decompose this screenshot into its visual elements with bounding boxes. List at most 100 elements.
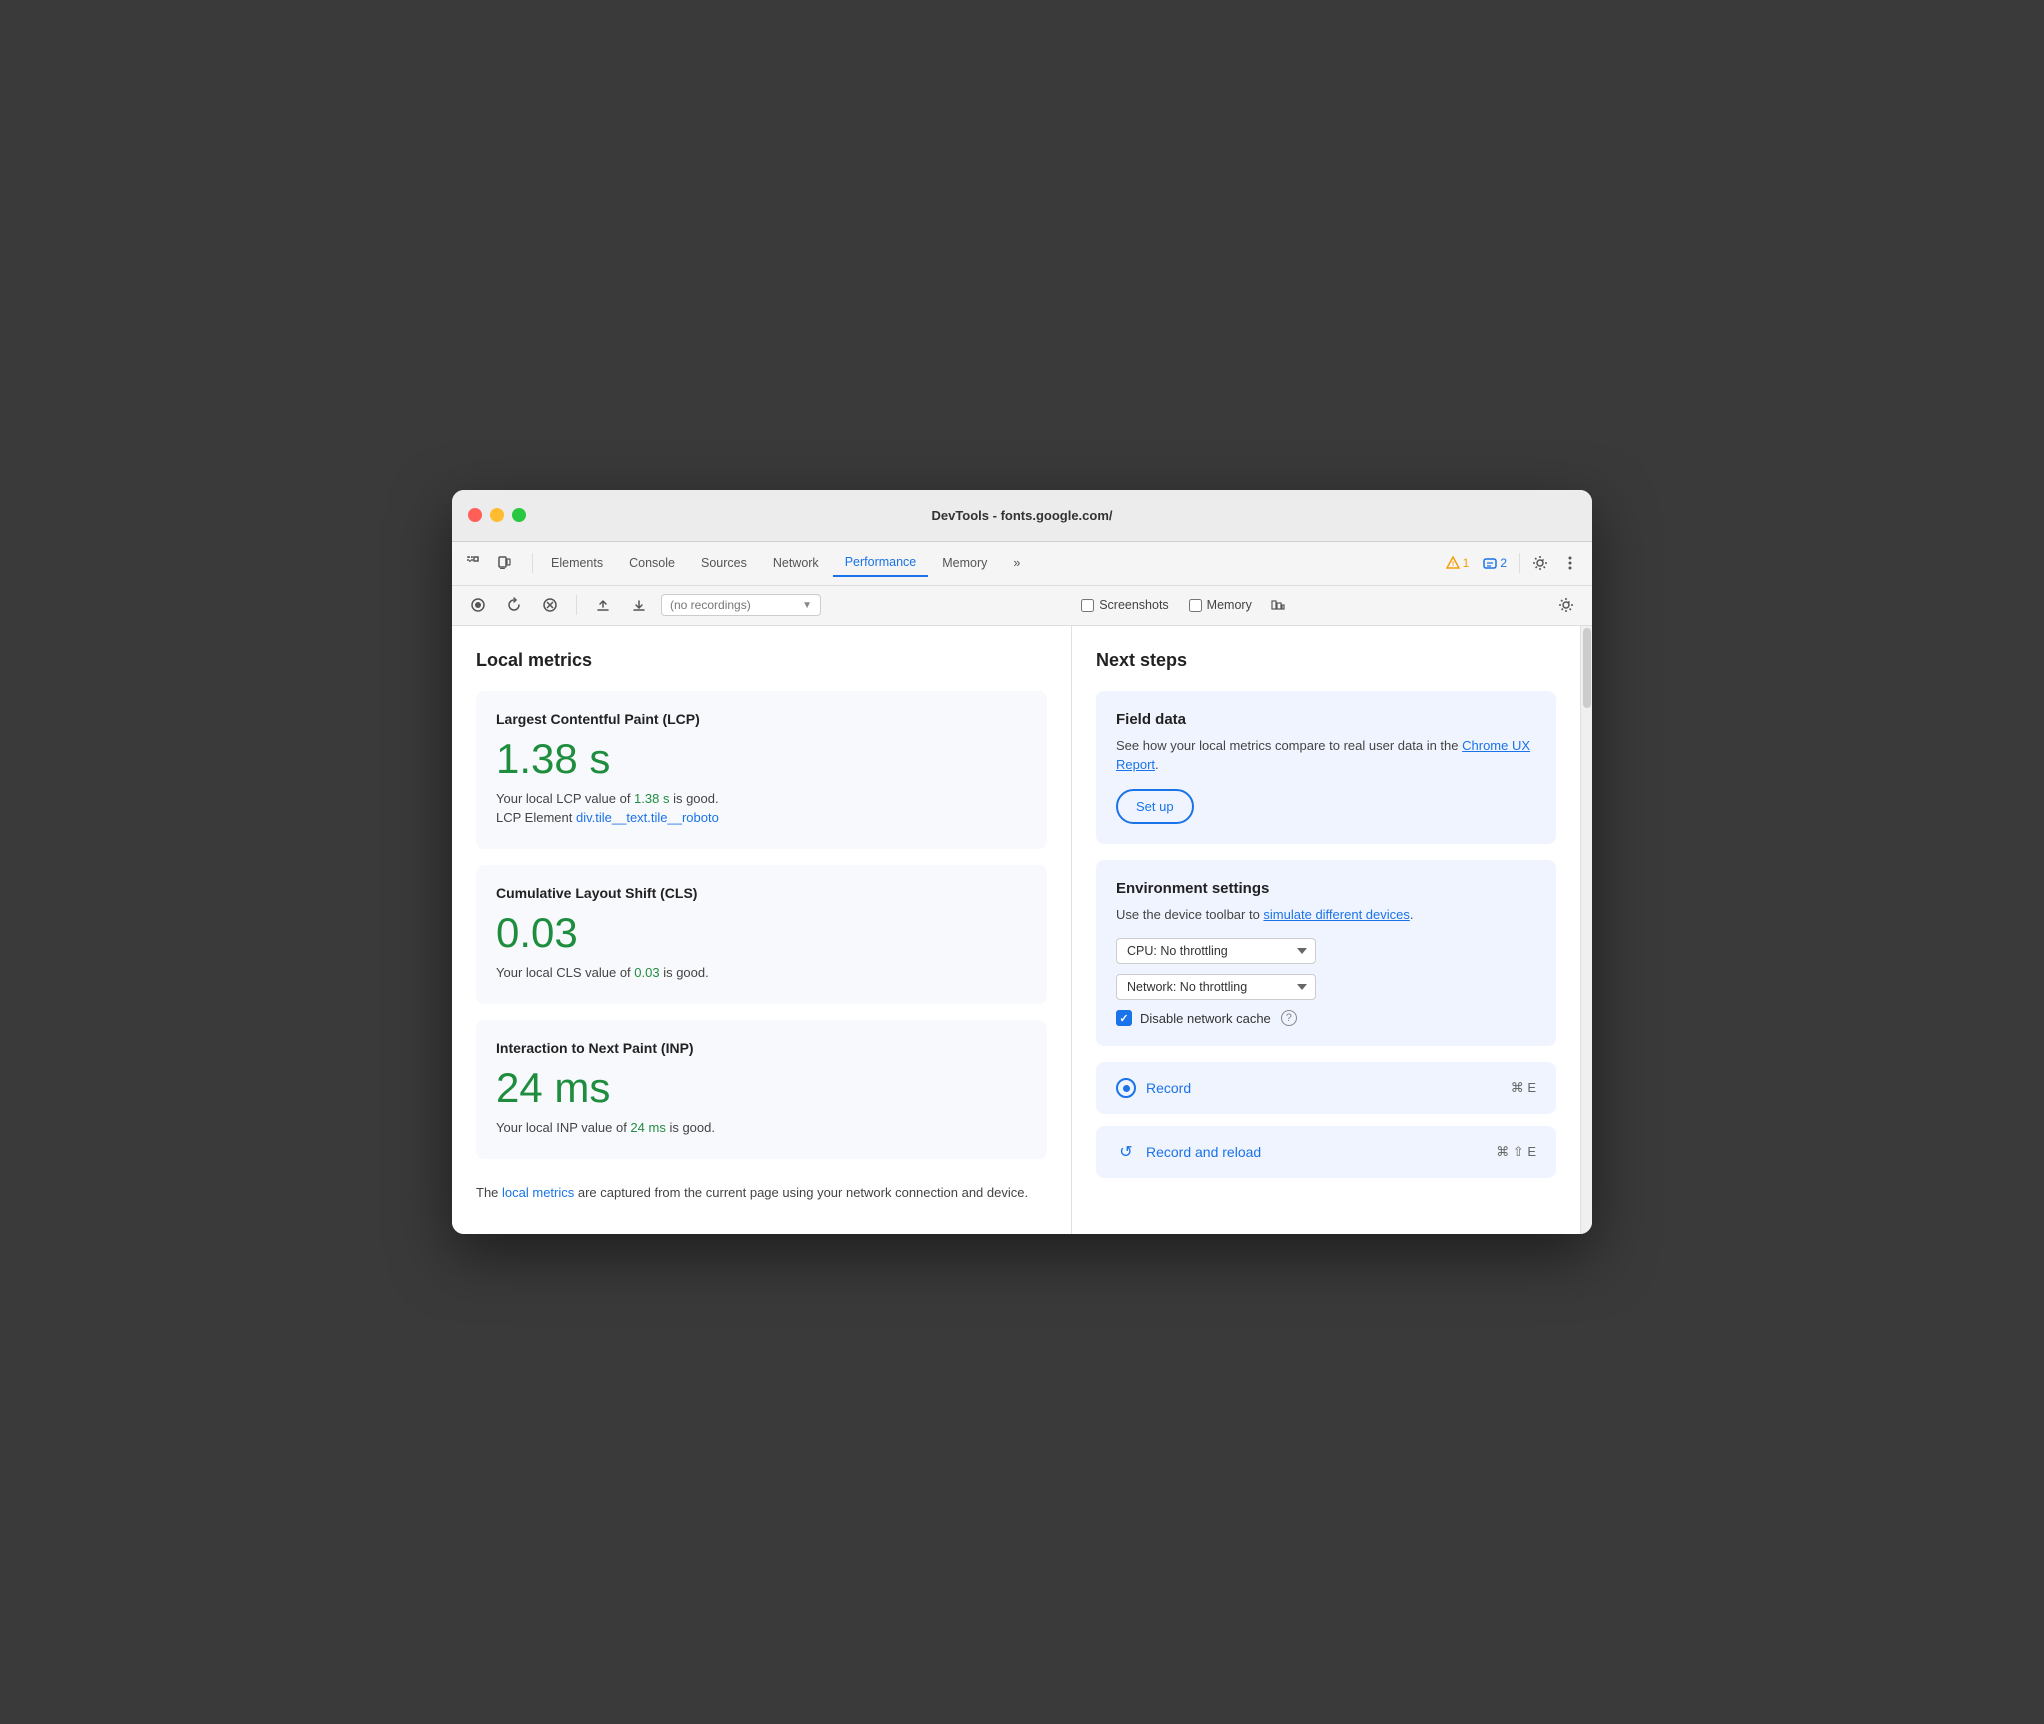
lcp-title: Largest Contentful Paint (LCP) bbox=[496, 711, 1027, 727]
env-settings-card: Environment settings Use the device tool… bbox=[1096, 860, 1556, 1047]
settings-icon[interactable] bbox=[1526, 549, 1554, 577]
inp-desc-prefix: Your local INP value of bbox=[496, 1120, 630, 1135]
lcp-highlight: 1.38 s bbox=[634, 791, 669, 806]
cls-desc: Your local CLS value of 0.03 is good. bbox=[496, 965, 1027, 980]
lcp-card: Largest Contentful Paint (LCP) 1.38 s Yo… bbox=[476, 691, 1047, 849]
memory-checkbox-label[interactable]: Memory bbox=[1189, 598, 1252, 612]
minimize-button[interactable] bbox=[490, 508, 504, 522]
inp-title: Interaction to Next Paint (INP) bbox=[496, 1040, 1027, 1056]
disable-cache-checkbox[interactable] bbox=[1116, 1010, 1132, 1026]
help-icon[interactable]: ? bbox=[1281, 1010, 1297, 1026]
cursor-icon[interactable] bbox=[460, 549, 488, 577]
info-badge[interactable]: 2 bbox=[1477, 553, 1513, 573]
screenshots-label: Screenshots bbox=[1099, 598, 1168, 612]
devtools-window: DevTools - fonts.google.com/ Elements Co… bbox=[452, 490, 1592, 1235]
cls-value: 0.03 bbox=[496, 909, 1027, 957]
disable-cache-row: Disable network cache ? bbox=[1116, 1010, 1536, 1026]
cls-desc-suffix: is good. bbox=[660, 965, 709, 980]
more-options-icon[interactable] bbox=[1556, 549, 1584, 577]
close-button[interactable] bbox=[468, 508, 482, 522]
record-shortcut: ⌘ E bbox=[1511, 1080, 1536, 1096]
lcp-desc-prefix: Your local LCP value of bbox=[496, 791, 634, 806]
setup-button[interactable]: Set up bbox=[1116, 789, 1194, 824]
inp-desc: Your local INP value of 24 ms is good. bbox=[496, 1120, 1027, 1135]
tab-console[interactable]: Console bbox=[617, 550, 687, 576]
traffic-lights bbox=[468, 508, 526, 522]
clear-icon[interactable] bbox=[536, 591, 564, 619]
record-reload-icon: ↺ bbox=[1116, 1142, 1136, 1162]
env-desc-prefix: Use the device toolbar to bbox=[1116, 907, 1263, 922]
tab-elements[interactable]: Elements bbox=[539, 550, 615, 576]
lcp-value: 1.38 s bbox=[496, 735, 1027, 783]
record-label: Record bbox=[1146, 1080, 1191, 1096]
tab-memory[interactable]: Memory bbox=[930, 550, 999, 576]
refresh-icon[interactable] bbox=[500, 591, 528, 619]
separator-2 bbox=[1519, 553, 1520, 573]
record-reload-label: Record and reload bbox=[1146, 1144, 1261, 1160]
settings2-icon[interactable] bbox=[1552, 591, 1580, 619]
right-panel: Next steps Field data See how your local… bbox=[1072, 626, 1580, 1235]
disable-cache-label: Disable network cache bbox=[1140, 1011, 1271, 1026]
recordings-dropdown[interactable]: (no recordings) ▼ bbox=[661, 594, 821, 616]
cpu-select[interactable]: CPU: No throttling bbox=[1116, 938, 1316, 964]
separator-3 bbox=[576, 595, 577, 615]
lcp-desc-suffix: is good. bbox=[669, 791, 718, 806]
svg-text:!: ! bbox=[1451, 561, 1453, 568]
recording-toolbar: (no recordings) ▼ Screenshots Memory bbox=[452, 586, 1592, 626]
separator-1 bbox=[532, 553, 533, 573]
scrollbar[interactable] bbox=[1580, 626, 1592, 1235]
window-title: DevTools - fonts.google.com/ bbox=[931, 508, 1112, 523]
memory-checkbox[interactable] bbox=[1189, 599, 1202, 612]
titlebar: DevTools - fonts.google.com/ bbox=[452, 490, 1592, 542]
warning-badge[interactable]: ! 1 bbox=[1440, 553, 1476, 573]
lcp-element-label: LCP Element bbox=[496, 810, 572, 825]
content-area: Local metrics Largest Contentful Paint (… bbox=[452, 626, 1592, 1235]
recordings-value: (no recordings) bbox=[670, 598, 751, 612]
record-icon[interactable] bbox=[464, 591, 492, 619]
local-metrics-title: Local metrics bbox=[476, 650, 1047, 671]
lcp-desc: Your local LCP value of 1.38 s is good. bbox=[496, 791, 1027, 806]
env-desc-suffix: . bbox=[1410, 907, 1414, 922]
field-data-card: Field data See how your local metrics co… bbox=[1096, 691, 1556, 844]
lcp-element: LCP Element div.tile__text.tile__roboto bbox=[496, 810, 1027, 825]
metrics-footer: The local metrics are captured from the … bbox=[476, 1175, 1047, 1211]
inp-highlight: 24 ms bbox=[630, 1120, 665, 1135]
device-toolbar-icon[interactable] bbox=[490, 549, 518, 577]
left-panel: Local metrics Largest Contentful Paint (… bbox=[452, 626, 1072, 1235]
maximize-button[interactable] bbox=[512, 508, 526, 522]
info-count: 2 bbox=[1500, 556, 1507, 570]
cls-desc-prefix: Your local CLS value of bbox=[496, 965, 634, 980]
field-data-desc-prefix: See how your local metrics compare to re… bbox=[1116, 738, 1462, 753]
scrollbar-thumb[interactable] bbox=[1583, 628, 1591, 708]
tab-network[interactable]: Network bbox=[761, 550, 831, 576]
env-title: Environment settings bbox=[1116, 880, 1536, 897]
screenshots-checkbox[interactable] bbox=[1081, 599, 1094, 612]
network-select[interactable]: Network: No throttling bbox=[1116, 974, 1316, 1000]
cpu-dropdown-row: CPU: No throttling bbox=[1116, 938, 1536, 964]
tab-performance[interactable]: Performance bbox=[833, 549, 929, 577]
footer-suffix: are captured from the current page using… bbox=[574, 1185, 1028, 1200]
memory-label: Memory bbox=[1207, 598, 1252, 612]
memory-gauge-icon[interactable] bbox=[1264, 591, 1292, 619]
record-card[interactable]: Record ⌘ E bbox=[1096, 1062, 1556, 1114]
screenshots-checkbox-label[interactable]: Screenshots bbox=[1081, 598, 1168, 612]
local-metrics-link[interactable]: local metrics bbox=[502, 1185, 574, 1200]
inp-value: 24 ms bbox=[496, 1064, 1027, 1112]
simulate-devices-link[interactable]: simulate different devices bbox=[1263, 907, 1409, 922]
cls-highlight: 0.03 bbox=[634, 965, 659, 980]
env-desc: Use the device toolbar to simulate diffe… bbox=[1116, 905, 1536, 925]
field-data-desc-suffix: . bbox=[1155, 757, 1159, 772]
next-steps-title: Next steps bbox=[1096, 650, 1556, 671]
download-icon[interactable] bbox=[625, 591, 653, 619]
cls-title: Cumulative Layout Shift (CLS) bbox=[496, 885, 1027, 901]
cls-card: Cumulative Layout Shift (CLS) 0.03 Your … bbox=[476, 865, 1047, 1004]
tab-more[interactable]: » bbox=[1001, 550, 1032, 576]
network-dropdown-row: Network: No throttling bbox=[1116, 974, 1536, 1000]
lcp-element-link[interactable]: div.tile__text.tile__roboto bbox=[576, 810, 719, 825]
tab-sources[interactable]: Sources bbox=[689, 550, 759, 576]
field-data-title: Field data bbox=[1116, 711, 1536, 728]
field-data-desc: See how your local metrics compare to re… bbox=[1116, 736, 1536, 775]
upload-icon[interactable] bbox=[589, 591, 617, 619]
record-reload-card[interactable]: ↺ Record and reload ⌘ ⇧ E bbox=[1096, 1126, 1556, 1178]
main-toolbar: Elements Console Sources Network Perform… bbox=[452, 542, 1592, 586]
